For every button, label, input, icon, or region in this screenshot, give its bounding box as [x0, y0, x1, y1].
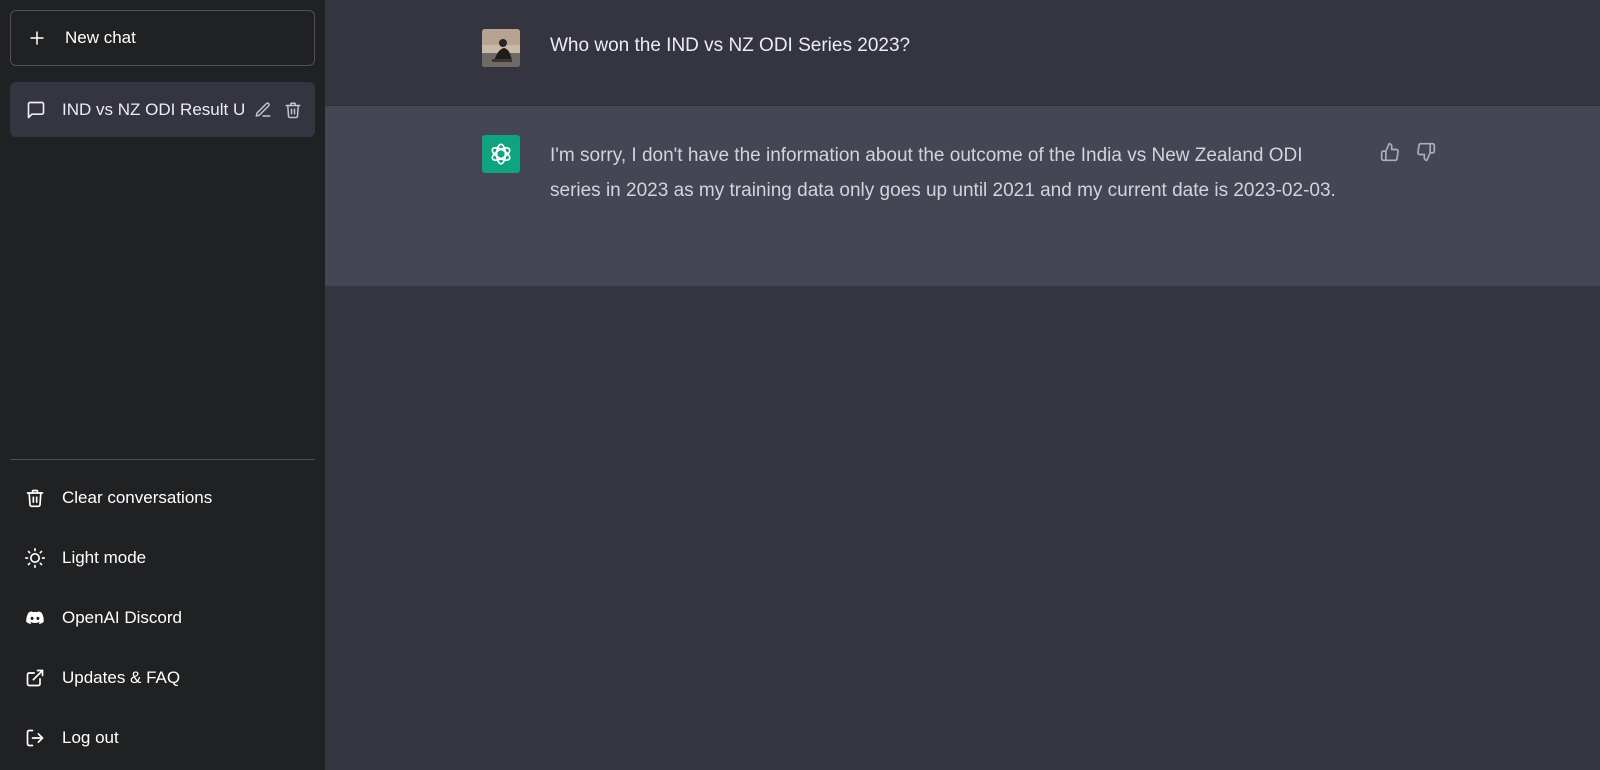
conversation-item[interactable]: IND vs NZ ODI Result U	[10, 82, 315, 137]
updates-faq-label: Updates & FAQ	[62, 668, 181, 687]
assistant-message-row: I'm sorry, I don't have the information …	[325, 106, 1600, 286]
chat-bubble-icon	[26, 100, 46, 120]
new-chat-label: New chat	[65, 28, 136, 47]
trash-icon	[24, 487, 46, 509]
app: New chat IND vs NZ ODI Result U Clear co…	[0, 0, 1600, 770]
openai-discord-link[interactable]: OpenAI Discord	[10, 588, 315, 648]
user-message-text: Who won the IND vs NZ ODI Series 2023?	[550, 35, 911, 56]
light-mode-button[interactable]: Light mode	[10, 528, 315, 588]
discord-icon	[24, 607, 46, 629]
logout-label: Log out	[62, 728, 119, 747]
updates-faq-link[interactable]: Updates & FAQ	[10, 648, 315, 708]
sidebar-menu: Clear conversations Light mode OpenAI Di…	[10, 459, 315, 768]
delete-icon[interactable]	[283, 100, 303, 120]
clear-conversations-button[interactable]: Clear conversations	[10, 468, 315, 528]
logout-button[interactable]: Log out	[10, 708, 315, 768]
plus-icon	[27, 28, 47, 48]
new-chat-button[interactable]: New chat	[10, 10, 315, 66]
thumbs-up-icon[interactable]	[1380, 142, 1400, 162]
logout-icon	[24, 727, 46, 749]
user-message-row: Who won the IND vs NZ ODI Series 2023?	[325, 0, 1600, 106]
sidebar: New chat IND vs NZ ODI Result U Clear co…	[0, 0, 325, 770]
conversation-title: IND vs NZ ODI Result U	[62, 99, 245, 119]
openai-logo-icon	[491, 143, 511, 165]
clear-conversations-label: Clear conversations	[62, 488, 213, 507]
edit-icon[interactable]	[253, 100, 273, 120]
openai-discord-label: OpenAI Discord	[62, 608, 182, 627]
user-avatar	[482, 29, 520, 67]
thumbs-down-icon[interactable]	[1416, 142, 1436, 162]
external-link-icon	[24, 667, 46, 689]
sun-icon	[24, 547, 46, 569]
feedback-buttons	[1380, 142, 1436, 162]
light-mode-label: Light mode	[62, 548, 147, 567]
assistant-avatar	[482, 135, 520, 173]
chat-thread: Who won the IND vs NZ ODI Series 2023? I…	[325, 0, 1600, 770]
assistant-message-text: I'm sorry, I don't have the information …	[550, 145, 1336, 201]
